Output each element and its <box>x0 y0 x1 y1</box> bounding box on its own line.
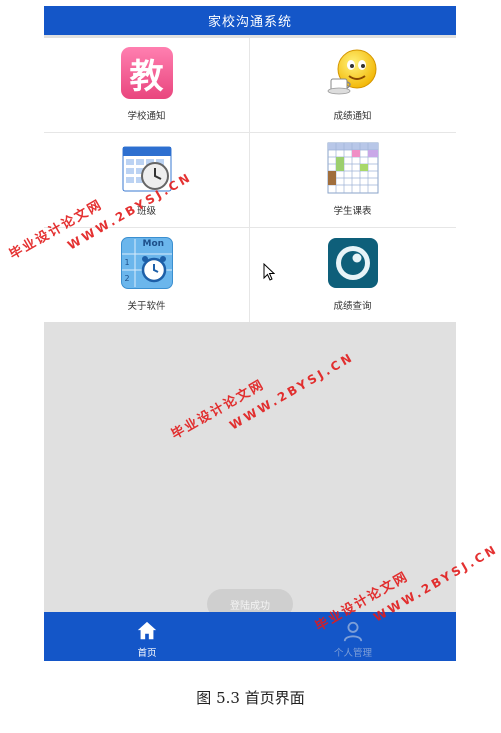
grid-item-grade-notice[interactable]: 成绩通知 <box>250 38 455 132</box>
grid-item-school-notice[interactable]: 教 学校通知 <box>44 38 249 132</box>
bottom-navigation: 首页 个人管理 <box>44 612 456 661</box>
grid-item-label: 学生课表 <box>333 206 372 217</box>
grid-item-grade-query[interactable]: 成绩查询 <box>250 228 455 322</box>
grid-item-label: 学校通知 <box>127 111 166 122</box>
jiao-character-icon: 教 <box>120 47 173 99</box>
eye-lens-icon <box>327 237 379 289</box>
mouse-cursor-icon <box>263 263 275 281</box>
figure-caption: 图 5.3 首页界面 <box>196 689 305 707</box>
smiley-coffee-icon <box>327 47 379 99</box>
app-title: 家校沟通系统 <box>207 15 292 30</box>
app-screen: 家校沟通系统 教 学校通知 成绩通知 班级 学生课表 Mon 1 2 关于软件 … <box>44 6 456 661</box>
grid-item-label: 成绩通知 <box>333 111 372 122</box>
timetable-grid-icon <box>327 142 379 194</box>
nav-tab-home[interactable]: 首页 <box>44 612 250 661</box>
feature-grid: 教 学校通知 成绩通知 班级 学生课表 Mon 1 2 关于软件 成绩查询 <box>44 38 456 322</box>
home-icon <box>137 621 157 640</box>
app-title-bar: 家校沟通系统 <box>44 6 456 35</box>
alarm-calendar-icon: Mon 1 2 <box>120 237 173 289</box>
nav-tab-label: 首页 <box>137 648 157 659</box>
grid-item-label: 成绩查询 <box>333 301 372 312</box>
grid-item-timetable[interactable]: 学生课表 <box>250 133 455 227</box>
grid-item-label: 关于软件 <box>127 301 166 312</box>
